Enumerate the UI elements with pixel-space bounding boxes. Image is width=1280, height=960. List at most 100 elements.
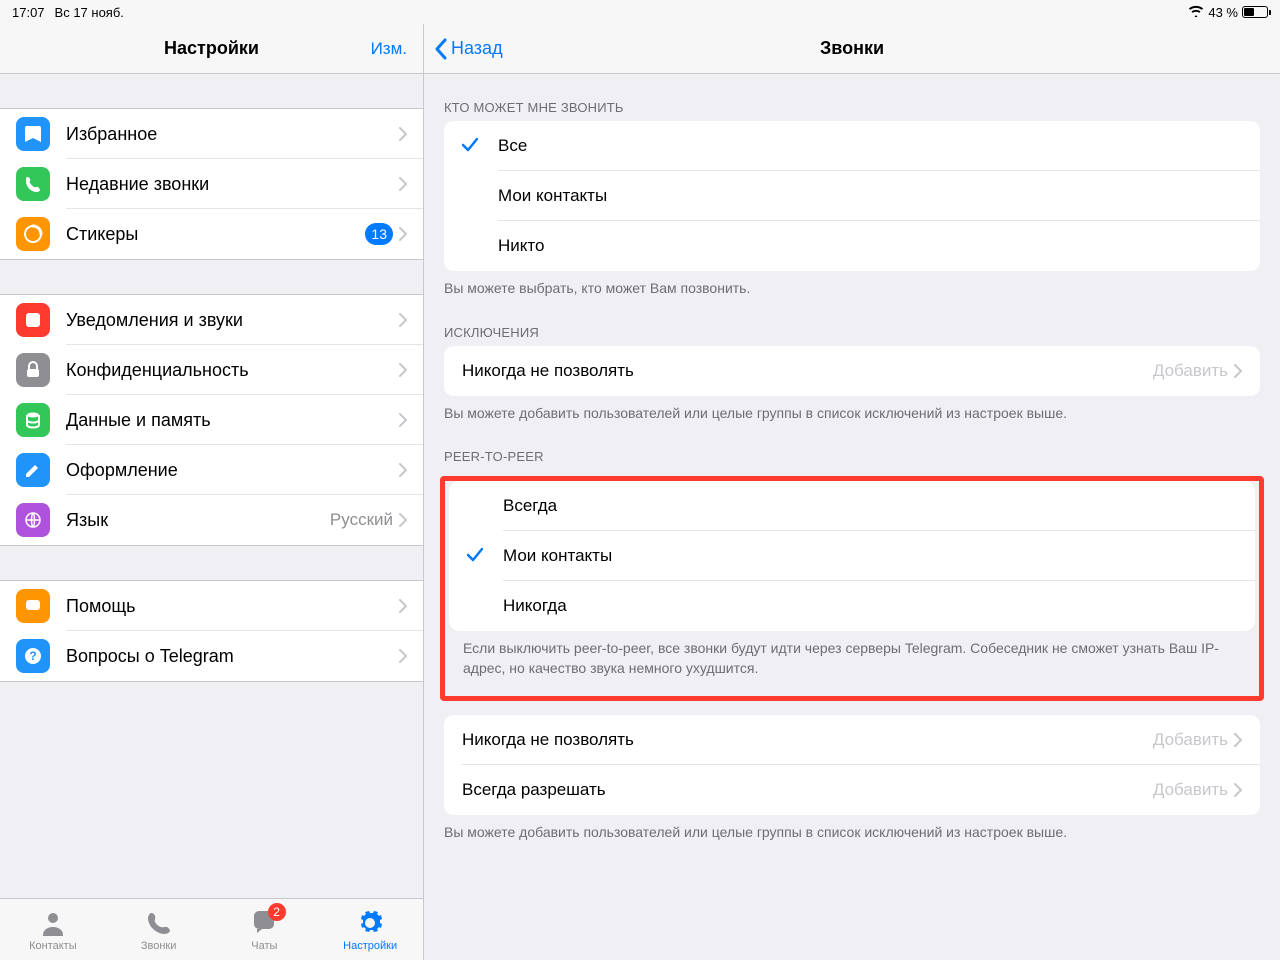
tab-label: Настройки xyxy=(343,940,397,952)
option-row[interactable]: Никогда xyxy=(449,581,1255,631)
svg-text:?: ? xyxy=(29,649,36,663)
chevron-left-icon xyxy=(434,38,447,60)
row-label: Уведомления и звуки xyxy=(66,310,399,331)
tab-calls[interactable]: Звонки xyxy=(106,899,212,960)
battery-percent: 43 % xyxy=(1208,5,1238,20)
chevron-right-icon xyxy=(1234,733,1242,747)
tab-chats[interactable]: 2 Чаты xyxy=(212,899,318,960)
row-value: Добавить xyxy=(1153,361,1228,381)
chevron-right-icon xyxy=(399,363,407,377)
tab-bar: Контакты Звонки 2 Чаты Настройки xyxy=(0,898,423,960)
tab-badge: 2 xyxy=(268,903,286,921)
never-allow-row[interactable]: Никогда не позволять Добавить xyxy=(444,715,1260,765)
sidebar-item[interactable]: ? Вопросы о Telegram xyxy=(0,631,423,681)
section-header-p2p: PEER-TO-PEER xyxy=(424,423,1280,470)
row-icon xyxy=(16,117,50,151)
row-value: Русский xyxy=(330,510,393,530)
chevron-right-icon xyxy=(399,413,407,427)
wifi-icon xyxy=(1188,5,1204,20)
tab-label: Звонки xyxy=(141,940,177,952)
sidebar-item[interactable]: Конфиденциальность xyxy=(0,345,423,395)
battery-icon xyxy=(1242,6,1268,18)
option-row[interactable]: Никто xyxy=(444,221,1260,271)
person-icon xyxy=(38,908,68,938)
sidebar-item[interactable]: Уведомления и звуки xyxy=(0,295,423,345)
row-icon xyxy=(16,167,50,201)
sidebar-item[interactable]: Стикеры13 xyxy=(0,209,423,259)
row-icon xyxy=(16,403,50,437)
row-label: Конфиденциальность xyxy=(66,360,399,381)
sidebar-header: Настройки Изм. xyxy=(0,24,423,74)
highlight-box: ВсегдаМои контактыНикогда Если выключить… xyxy=(440,476,1264,701)
row-icon xyxy=(16,217,50,251)
row-label: Язык xyxy=(66,510,330,531)
status-right: 43 % xyxy=(1188,5,1268,20)
row-label: Вопросы о Telegram xyxy=(66,646,399,667)
chevron-right-icon xyxy=(399,599,407,613)
back-label: Назад xyxy=(451,38,503,59)
tab-contacts[interactable]: Контакты xyxy=(0,899,106,960)
section-footer: Вы можете добавить пользователей или цел… xyxy=(424,815,1280,843)
main-title: Звонки xyxy=(820,38,884,59)
sidebar-item[interactable]: Данные и память xyxy=(0,395,423,445)
chevron-right-icon xyxy=(399,513,407,527)
main-panel: Назад Звонки КТО МОЖЕТ МНЕ ЗВОНИТЬ ВсеМо… xyxy=(424,24,1280,960)
option-label: Никогда xyxy=(503,596,567,616)
sidebar-item[interactable]: Недавние звонки xyxy=(0,159,423,209)
tab-settings[interactable]: Настройки xyxy=(317,899,423,960)
row-label: Недавние звонки xyxy=(66,174,399,195)
checkmark-icon xyxy=(462,136,498,157)
option-row[interactable]: Мои контакты xyxy=(444,171,1260,221)
section-footer: Вы можете добавить пользователей или цел… xyxy=(424,396,1280,424)
edit-button[interactable]: Изм. xyxy=(371,39,407,59)
row-icon: ? xyxy=(16,639,50,673)
sidebar-item[interactable]: Оформление xyxy=(0,445,423,495)
row-label: Оформление xyxy=(66,460,399,481)
main-content: КТО МОЖЕТ МНЕ ЗВОНИТЬ ВсеМои контактыНик… xyxy=(424,74,1280,960)
sidebar-item[interactable]: ЯзыкРусский xyxy=(0,495,423,545)
row-label: Стикеры xyxy=(66,224,365,245)
tab-label: Чаты xyxy=(251,940,277,952)
row-label: Данные и память xyxy=(66,410,399,431)
row-value: Добавить xyxy=(1153,780,1228,800)
gear-icon xyxy=(355,908,385,938)
chevron-right-icon xyxy=(399,313,407,327)
row-icon xyxy=(16,589,50,623)
p2p-section: Всегда Мои контакты Никогда xyxy=(449,481,1255,631)
option-row[interactable]: Все xyxy=(444,121,1260,171)
option-row[interactable]: Всегда xyxy=(449,481,1255,531)
option-row[interactable]: Мои контакты xyxy=(449,531,1255,581)
option-label: Всегда xyxy=(503,496,557,516)
row-label: Помощь xyxy=(66,596,399,617)
never-allow-row[interactable]: Никогда не позволять Добавить xyxy=(444,346,1260,396)
row-badge: 13 xyxy=(365,223,393,245)
exceptions2-section: Никогда не позволять Добавить Всегда раз… xyxy=(444,715,1260,815)
sidebar-item[interactable]: Помощь xyxy=(0,581,423,631)
who-can-call-section: Все Мои контакты Никто xyxy=(444,121,1260,271)
row-icon xyxy=(16,503,50,537)
exceptions-section: Никогда не позволять Добавить xyxy=(444,346,1260,396)
section-footer: Вы можете выбрать, кто может Вам позвони… xyxy=(424,271,1280,299)
chevron-right-icon xyxy=(1234,364,1242,378)
option-label: Никто xyxy=(498,236,544,256)
status-date: Вс 17 нояб. xyxy=(55,5,124,20)
always-allow-row[interactable]: Всегда разрешать Добавить xyxy=(444,765,1260,815)
checkmark-icon xyxy=(467,546,503,567)
status-bar: 17:07 Вс 17 нояб. 43 % xyxy=(0,0,1280,24)
sidebar-title: Настройки xyxy=(164,38,259,59)
sidebar-content: Избранное Недавние звонки Стикеры13 Уведом… xyxy=(0,74,423,898)
row-label: Избранное xyxy=(66,124,399,145)
option-label: Все xyxy=(498,136,527,156)
back-button[interactable]: Назад xyxy=(434,38,503,60)
chevron-right-icon xyxy=(399,649,407,663)
option-label: Мои контакты xyxy=(503,546,612,566)
row-icon xyxy=(16,303,50,337)
chevron-right-icon xyxy=(399,463,407,477)
chevron-right-icon xyxy=(399,227,407,241)
row-label: Никогда не позволять xyxy=(462,361,1153,381)
row-icon xyxy=(16,453,50,487)
sidebar-item[interactable]: Избранное xyxy=(0,109,423,159)
tab-label: Контакты xyxy=(29,940,77,952)
chevron-right-icon xyxy=(399,127,407,141)
sidebar: Настройки Изм. Избранное Недавние звонки С… xyxy=(0,24,424,960)
